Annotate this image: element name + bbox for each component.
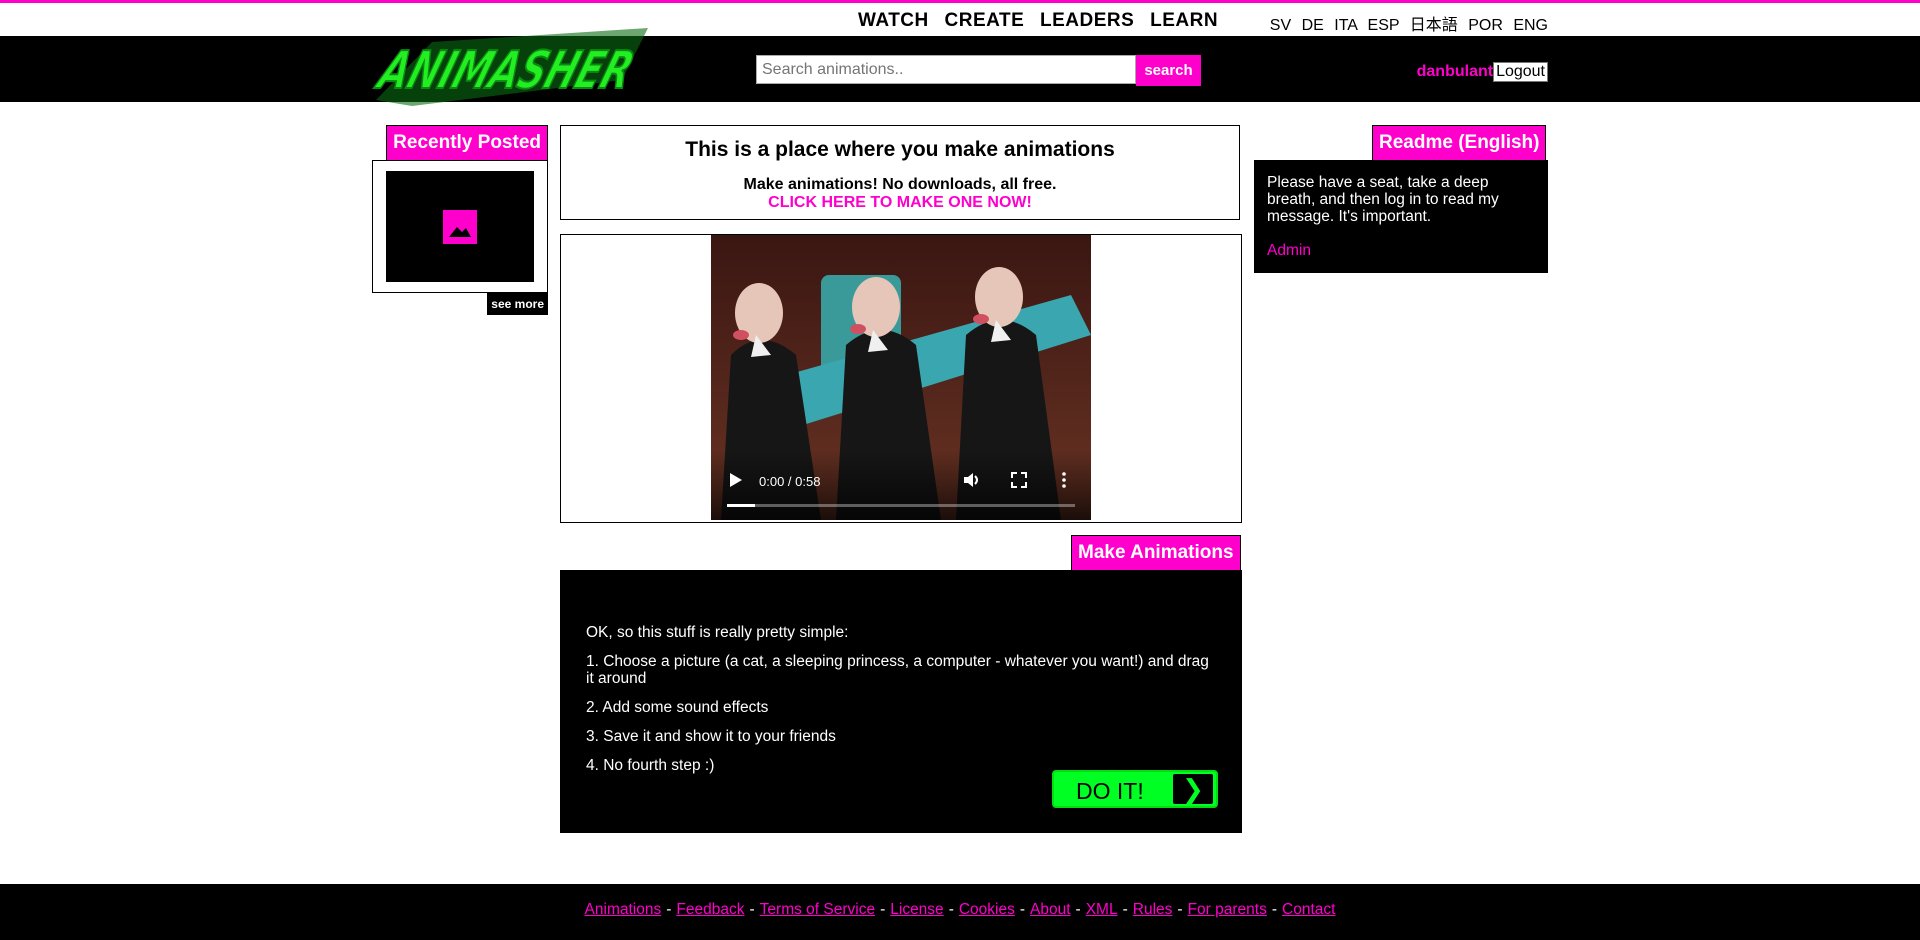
recent-thumbnail-box	[372, 160, 548, 293]
nav-learn[interactable]: LEARN	[1150, 10, 1218, 31]
header: ANIMASHER search danbulant Logout	[0, 28, 1920, 106]
make-animations-title: Make Animations	[1071, 535, 1241, 570]
readme-title: Readme (English)	[1372, 125, 1547, 160]
username-link[interactable]: danbulant	[1417, 63, 1493, 81]
footer-tos-link[interactable]: Terms of Service	[760, 901, 875, 918]
footer-contact-link[interactable]: Contact	[1282, 901, 1335, 918]
footer-feedback-link[interactable]: Feedback	[676, 901, 744, 918]
lang-por[interactable]: POR	[1468, 17, 1503, 34]
see-more-link[interactable]: see more	[487, 293, 548, 315]
lang-ita[interactable]: ITA	[1334, 17, 1357, 34]
lang-jp[interactable]: 日本語	[1410, 17, 1458, 34]
footer-license-link[interactable]: License	[890, 901, 943, 918]
video-progress-fill	[727, 504, 755, 507]
make-step-3: 3. Save it and show it to your friends	[586, 728, 836, 745]
more-options-icon[interactable]	[1061, 472, 1067, 488]
fullscreen-icon[interactable]	[1011, 472, 1027, 488]
recent-animation-thumbnail[interactable]	[386, 171, 534, 282]
image-icon	[443, 209, 477, 244]
video-controls: 0:00 / 0:58	[711, 450, 1091, 520]
readme-author-link[interactable]: Admin	[1267, 242, 1535, 259]
footer-xml-link[interactable]: XML	[1086, 901, 1118, 918]
play-icon[interactable]	[729, 472, 743, 488]
intro-title: This is a place where you make animation…	[685, 138, 1115, 161]
readme-text: Please have a seat, take a deep breath, …	[1267, 174, 1499, 225]
video-player[interactable]: 0:00 / 0:58	[711, 235, 1091, 520]
svg-text:ANIMASHER: ANIMASHER	[372, 39, 642, 100]
video-panel: 0:00 / 0:58	[560, 234, 1242, 523]
make-one-now-link[interactable]: CLICK HERE TO MAKE ONE NOW!	[561, 194, 1239, 212]
chevron-right-icon: ❯	[1173, 774, 1213, 804]
lang-sv[interactable]: SV	[1270, 17, 1291, 34]
search-form: search	[756, 55, 1201, 86]
do-it-button[interactable]: DO IT! ❯	[1052, 770, 1218, 808]
intro-box: This is a place where you make animation…	[560, 125, 1240, 220]
top-bar: WATCH CREATE LEADERS LEARN SV DE ITA ESP…	[0, 3, 1920, 36]
make-step-2: 2. Add some sound effects	[586, 699, 769, 716]
language-selector: SV DE ITA ESP 日本語 POR ENG	[1264, 11, 1548, 35]
make-intro-text: OK, so this stuff is really pretty simpl…	[586, 624, 849, 641]
footer: Animations - Feedback - Terms of Service - Lic…	[0, 884, 1920, 940]
footer-rules-link[interactable]: Rules	[1133, 901, 1173, 918]
volume-icon[interactable]	[963, 472, 981, 488]
search-input[interactable]	[756, 55, 1136, 84]
do-it-label: DO IT!	[1076, 778, 1144, 804]
video-time: 0:00 / 0:58	[759, 474, 821, 489]
footer-parents-link[interactable]: For parents	[1188, 901, 1267, 918]
make-step-1: 1. Choose a picture (a cat, a sleeping p…	[586, 653, 1209, 687]
animasher-logo[interactable]: ANIMASHER	[372, 20, 652, 108]
recently-posted-title: Recently Posted	[386, 125, 548, 160]
search-button[interactable]: search	[1136, 55, 1201, 86]
logout-button[interactable]: Logout	[1493, 62, 1548, 82]
nav-create[interactable]: CREATE	[945, 10, 1025, 31]
lang-esp[interactable]: ESP	[1368, 17, 1400, 34]
main-nav: WATCH CREATE LEADERS LEARN	[858, 10, 1228, 32]
footer-cookies-link[interactable]: Cookies	[959, 901, 1015, 918]
readme-panel: Please have a seat, take a deep breath, …	[1254, 160, 1548, 273]
intro-subtitle: Make animations! No downloads, all free.	[743, 176, 1057, 193]
nav-watch[interactable]: WATCH	[858, 10, 929, 31]
video-progress-bar[interactable]	[727, 504, 1075, 507]
nav-leaders[interactable]: LEADERS	[1040, 10, 1134, 31]
footer-about-link[interactable]: About	[1030, 901, 1071, 918]
user-area: danbulant Logout	[1417, 62, 1548, 82]
lang-de[interactable]: DE	[1302, 17, 1324, 34]
make-animations-panel: OK, so this stuff is really pretty simpl…	[560, 570, 1242, 833]
footer-links: Animations - Feedback - Terms of Service - Lic…	[584, 901, 1336, 918]
lang-eng[interactable]: ENG	[1513, 17, 1548, 34]
footer-animations-link[interactable]: Animations	[585, 901, 662, 918]
